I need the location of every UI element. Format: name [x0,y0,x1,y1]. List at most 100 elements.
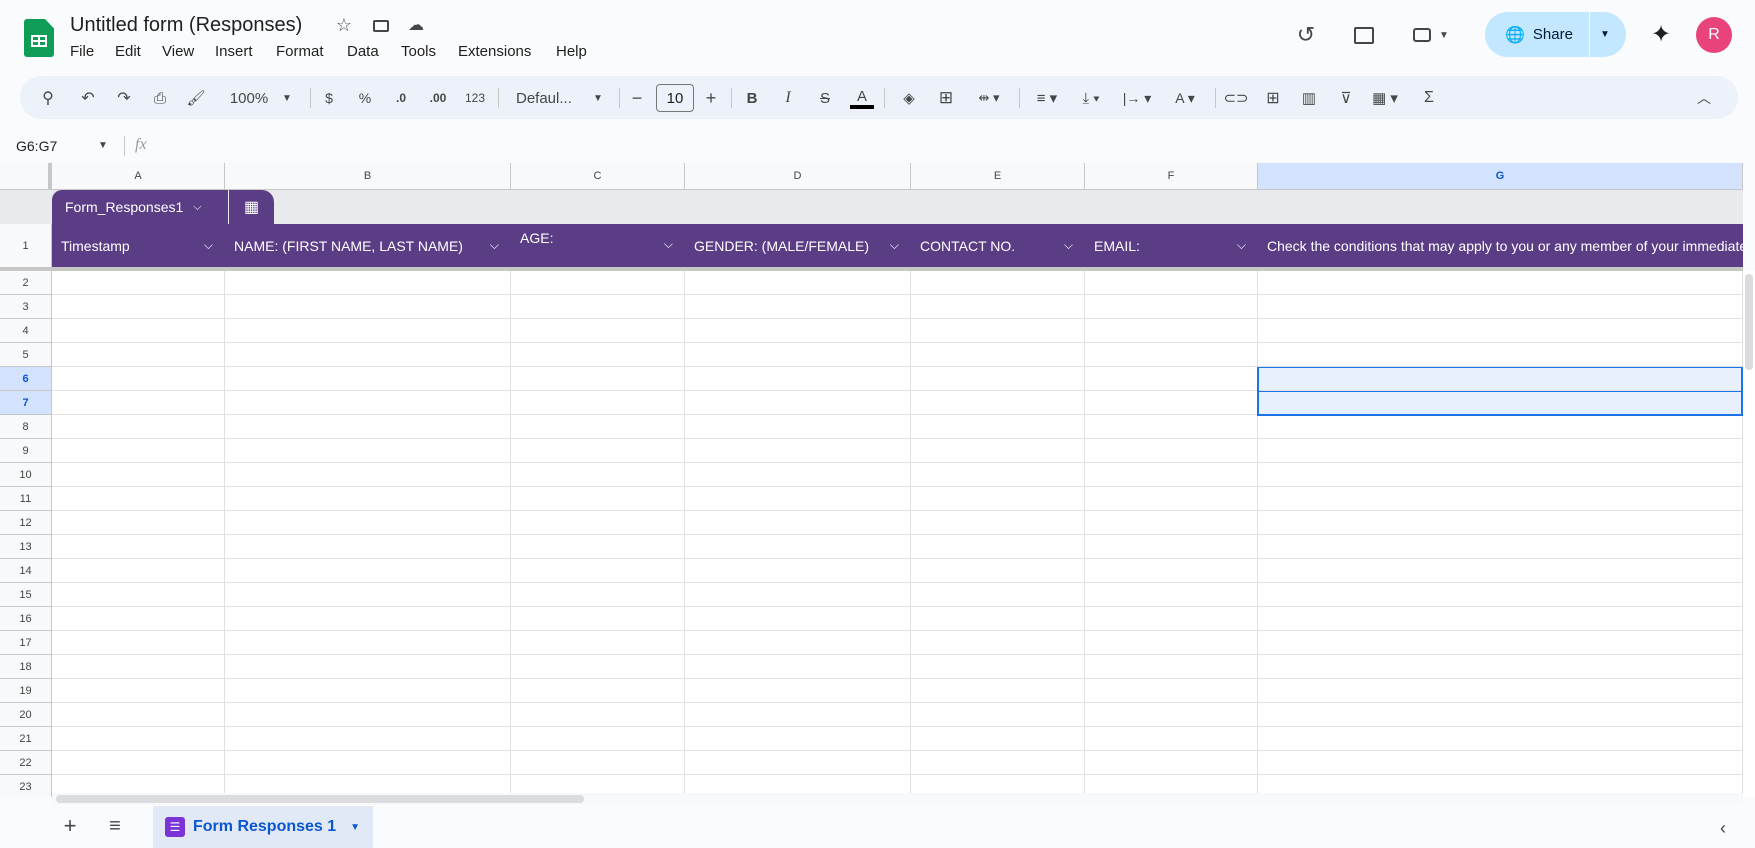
text-color-icon[interactable]: A [850,87,874,109]
column-header-e[interactable]: E [911,163,1085,190]
cell-B2[interactable] [225,271,511,295]
cell-B16[interactable] [225,607,511,631]
vertical-scroll-thumb[interactable] [1745,274,1753,370]
cell-B22[interactable] [225,751,511,775]
cell-B14[interactable] [225,559,511,583]
table-name-chip[interactable]: Form_Responses1 ⌵ [52,190,228,224]
cell-E10[interactable] [911,463,1085,487]
table-calculator-icon[interactable]: ▦ [229,190,274,224]
cell-C15[interactable] [511,583,685,607]
cell-C8[interactable] [511,415,685,439]
zoom-select[interactable]: 100% [224,87,274,109]
cell-F10[interactable] [1085,463,1258,487]
cell-D18[interactable] [685,655,911,679]
cell-G2[interactable] [1258,271,1743,295]
cell-A13[interactable] [52,535,225,559]
cell-B19[interactable] [225,679,511,703]
menu-help[interactable]: Help [556,43,587,60]
cell-C6[interactable] [511,367,685,391]
row-header-13[interactable]: 13 [0,535,52,559]
horizontal-align-icon[interactable]: ≡ ▾ [1030,87,1064,109]
cell-E3[interactable] [911,295,1085,319]
column-filter-chevron-icon[interactable]: ⌵ [664,237,673,252]
cell-B7[interactable] [225,391,511,415]
cell-E22[interactable] [911,751,1085,775]
cell-C5[interactable] [511,343,685,367]
cell-C22[interactable] [511,751,685,775]
row-header-2[interactable]: 2 [0,271,52,295]
font-select[interactable]: Defaul... [516,87,582,109]
cell-F16[interactable] [1085,607,1258,631]
cell-B13[interactable] [225,535,511,559]
row-header-5[interactable]: 5 [0,343,52,367]
font-size-input[interactable]: 10 [656,84,694,112]
cell-G18[interactable] [1258,655,1743,679]
cell-E9[interactable] [911,439,1085,463]
cell-F6[interactable] [1085,367,1258,391]
cell-G14[interactable] [1258,559,1743,583]
meet-icon[interactable]: ▼ [1411,22,1451,48]
cell-G5[interactable] [1258,343,1743,367]
avatar[interactable]: R [1696,17,1732,53]
menu-edit[interactable]: Edit [115,43,141,60]
cell-D8[interactable] [685,415,911,439]
cell-G9[interactable] [1258,439,1743,463]
cell-E7[interactable] [911,391,1085,415]
cell-B11[interactable] [225,487,511,511]
cell-D16[interactable] [685,607,911,631]
cell-D9[interactable] [685,439,911,463]
cell-G21[interactable] [1258,727,1743,751]
row-header-10[interactable]: 10 [0,463,52,487]
cell-D13[interactable] [685,535,911,559]
row-header-15[interactable]: 15 [0,583,52,607]
fill-color-icon[interactable]: ◈ [898,87,920,109]
cell-A4[interactable] [52,319,225,343]
cell-A5[interactable] [52,343,225,367]
currency-format-button[interactable]: $ [321,87,337,109]
cell-B4[interactable] [225,319,511,343]
cell-D6[interactable] [685,367,911,391]
cell-B8[interactable] [225,415,511,439]
cell-A7[interactable] [52,391,225,415]
cell-E21[interactable] [911,727,1085,751]
cell-G12[interactable] [1258,511,1743,535]
cell-E14[interactable] [911,559,1085,583]
cell-D3[interactable] [685,295,911,319]
cell-E15[interactable] [911,583,1085,607]
cell-F8[interactable] [1085,415,1258,439]
collapse-toolbar-icon[interactable]: ︿ [1694,87,1714,109]
cell-F22[interactable] [1085,751,1258,775]
row-header-22[interactable]: 22 [0,751,52,775]
cell-C7[interactable] [511,391,685,415]
cell-C12[interactable] [511,511,685,535]
decrease-font-size-button[interactable]: − [629,87,645,109]
cell-A15[interactable] [52,583,225,607]
column-header-a[interactable]: A [52,163,225,190]
cell-G19[interactable] [1258,679,1743,703]
cell-B10[interactable] [225,463,511,487]
cell-B9[interactable] [225,439,511,463]
cell-D17[interactable] [685,631,911,655]
cell-G22[interactable] [1258,751,1743,775]
version-history-icon[interactable]: ↺ [1293,22,1319,48]
cell-G20[interactable] [1258,703,1743,727]
text-rotation-icon[interactable]: A ▾ [1168,87,1202,109]
cell-A22[interactable] [52,751,225,775]
column-header-d[interactable]: D [685,163,911,190]
cell-A17[interactable] [52,631,225,655]
borders-icon[interactable]: ⊞ [936,87,956,109]
cell-C18[interactable] [511,655,685,679]
row-header-17[interactable]: 17 [0,631,52,655]
name-box[interactable]: G6:G7 [16,138,57,154]
menu-view[interactable]: View [162,43,194,60]
font-dropdown-icon[interactable]: ▼ [591,87,605,109]
table-header-cell[interactable]: EMAIL: ⌵ [1085,224,1258,267]
cell-E6[interactable] [911,367,1085,391]
cell-B18[interactable] [225,655,511,679]
cell-B17[interactable] [225,631,511,655]
cell-F11[interactable] [1085,487,1258,511]
insert-comment-icon[interactable]: ⊞ [1263,87,1283,109]
filter-icon[interactable]: ⊽ [1336,87,1356,109]
cell-F15[interactable] [1085,583,1258,607]
cell-C17[interactable] [511,631,685,655]
